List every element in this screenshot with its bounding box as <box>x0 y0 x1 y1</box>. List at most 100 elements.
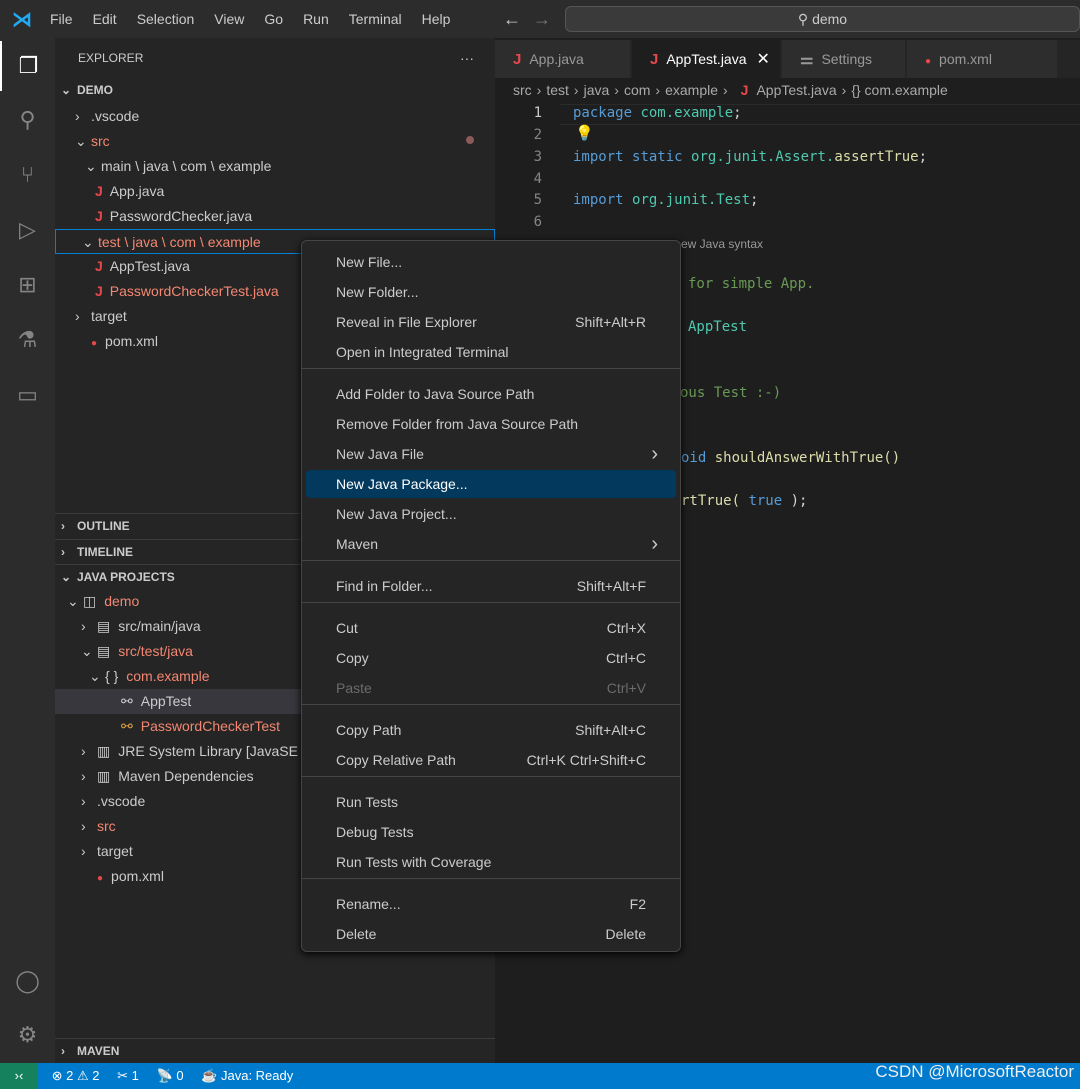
menu-selection[interactable]: Selection <box>127 11 205 27</box>
menu-item-paste[interactable]: Paste Ctrl+V <box>306 674 676 702</box>
menu-item-add-folder-to-java-source-path[interactable]: Add Folder to Java Source Path <box>306 380 676 408</box>
menu-terminal[interactable]: Terminal <box>339 11 412 27</box>
ports-button[interactable]: 📡 0 <box>157 1068 184 1083</box>
tab-label: App.java <box>529 51 584 67</box>
menu-item-new-java-package[interactable]: New Java Package... <box>306 470 676 498</box>
menu-shortcut: F2 <box>629 896 646 912</box>
menu-file[interactable]: File <box>40 11 83 27</box>
codelens-hint[interactable]: ew Java syntax <box>681 237 763 251</box>
tab-settings[interactable]: ⚌ Settings <box>782 40 905 78</box>
lightbulb-icon[interactable]: 💡 <box>575 124 594 142</box>
breadcrumb-item[interactable]: example <box>665 82 718 98</box>
tab-apptest-java[interactable]: J AppTest.java ✕ <box>632 40 780 78</box>
code-token: static <box>632 149 683 165</box>
code-token: shouldAnswerWithTrue() <box>714 450 901 466</box>
tree-item[interactable]: ⌄ src <box>55 129 495 154</box>
menu-item-reveal-in-file-explorer[interactable]: Reveal in File Explorer Shift+Alt+R <box>306 308 676 336</box>
menu-view[interactable]: View <box>204 11 254 27</box>
menu-item-cut[interactable]: Cut Ctrl+X <box>306 614 676 642</box>
search-icon[interactable]: ⚲ <box>0 95 55 145</box>
context-menu: New File... New Folder... Reveal in File E… <box>301 240 681 952</box>
testing-icon[interactable]: ⚗ <box>0 315 55 365</box>
java-status[interactable]: ☕ Java: Ready <box>201 1068 293 1083</box>
menu-item-rename[interactable]: Rename... F2 <box>306 890 676 918</box>
menu-shortcut: Ctrl+K Ctrl+Shift+C <box>526 752 646 768</box>
menu-run[interactable]: Run <box>293 11 339 27</box>
breadcrumb-item[interactable]: {} com.example <box>851 82 948 98</box>
forward-icon[interactable]: → <box>533 9 551 30</box>
menu-item-maven[interactable]: Maven › <box>306 530 676 558</box>
code-token: package <box>573 105 633 121</box>
settings-gear-icon[interactable]: ⚙ <box>0 1010 55 1060</box>
code-line[interactable]: package com.example; <box>573 105 742 121</box>
breadcrumb-item[interactable]: AppTest.java <box>756 82 836 98</box>
source-control-icon[interactable]: ⑂ <box>0 150 55 200</box>
more-actions-icon[interactable]: ··· <box>460 46 490 71</box>
line-number: 2 <box>533 127 542 143</box>
menu-item-new-java-project[interactable]: New Java Project... <box>306 500 676 528</box>
breadcrumb-item[interactable]: com <box>624 82 650 98</box>
menu-go[interactable]: Go <box>254 11 293 27</box>
menu-edit[interactable]: Edit <box>83 11 127 27</box>
menu-item-delete[interactable]: Delete Delete <box>306 920 676 948</box>
chevron-down-icon: ⌄ <box>75 133 87 149</box>
menu-item-label: Find in Folder... <box>336 578 433 594</box>
tree-item[interactable]: J App.java <box>55 179 495 204</box>
menu-item-new-java-file[interactable]: New Java File › <box>306 440 676 468</box>
back-icon[interactable]: ← <box>503 9 521 30</box>
command-center-search[interactable]: ⚲ demo <box>565 6 1080 32</box>
menu-item-new-folder[interactable]: New Folder... <box>306 278 676 306</box>
code-line[interactable]: import static org.junit.Assert.assertTru… <box>573 149 927 165</box>
code-line[interactable]: import org.junit.Test; <box>573 192 758 208</box>
chevron-right-icon: › <box>723 82 728 98</box>
menu-item-label: Add Folder to Java Source Path <box>336 386 535 402</box>
menu-item-new-file[interactable]: New File... <box>306 248 676 276</box>
code-line[interactable]: rtTrue( true ); <box>681 493 807 509</box>
remote-explorer-icon[interactable]: ▭ <box>0 370 55 420</box>
chevron-down-icon: ⌄ <box>81 643 93 659</box>
chevron-down-icon: ⌄ <box>67 593 79 609</box>
code-line[interactable]: oid shouldAnswerWithTrue() <box>681 450 900 466</box>
code-line[interactable]: ous Test :-) <box>680 385 781 401</box>
tree-item[interactable]: › MAVEN <box>55 1038 495 1063</box>
tree-item[interactable]: J PasswordChecker.java <box>55 204 495 229</box>
account-icon[interactable]: ◯ <box>0 956 55 1006</box>
menu-item-label: Cut <box>336 620 358 636</box>
menu-item-remove-folder-from-java-source-path[interactable]: Remove Folder from Java Source Path <box>306 410 676 438</box>
tools-button[interactable]: ✂ 1 <box>117 1068 139 1083</box>
breadcrumb-item[interactable]: test <box>546 82 569 98</box>
code-line[interactable]: for simple App. <box>688 276 814 292</box>
problems-button[interactable]: ⊗ 2 ⚠ 2 <box>52 1068 100 1083</box>
watermark: CSDN @MicrosoftReactor <box>875 1062 1074 1081</box>
tab-pom-xml[interactable]: ● pom.xml <box>907 40 1057 78</box>
menu-separator <box>302 704 680 705</box>
tree-item[interactable]: › .vscode <box>55 104 495 129</box>
chevron-right-icon: › <box>81 743 86 759</box>
library-icon: ▥ <box>97 768 111 784</box>
menu-item-copy[interactable]: Copy Ctrl+C <box>306 644 676 672</box>
tree-item-label: .vscode <box>91 108 140 124</box>
menu-item-debug-tests[interactable]: Debug Tests <box>306 818 676 846</box>
explorer-icon[interactable]: ❐ <box>0 41 55 91</box>
breadcrumb: src › test › java › com › example › J AppTest.java ›… <box>513 82 948 102</box>
tab-app-java[interactable]: J App.java <box>495 40 630 78</box>
menu-item-open-in-integrated-terminal[interactable]: Open in Integrated Terminal <box>306 338 676 366</box>
menu-item-run-tests[interactable]: Run Tests <box>306 788 676 816</box>
menu-item-run-tests-with-coverage[interactable]: Run Tests with Coverage <box>306 848 676 876</box>
menu-item-find-in-folder[interactable]: Find in Folder... Shift+Alt+F <box>306 572 676 600</box>
code-line[interactable]: AppTest <box>688 319 747 335</box>
menu-help[interactable]: Help <box>412 11 461 27</box>
tree-item[interactable]: ⌄ main \ java \ com \ example <box>55 154 495 179</box>
breadcrumb-item[interactable]: src <box>513 82 532 98</box>
class-icon: ⚯ <box>121 718 133 734</box>
code-token: ous Test :-) <box>680 385 782 401</box>
menu-item-copy-path[interactable]: Copy Path Shift+Alt+C <box>306 716 676 744</box>
remote-icon[interactable]: ›‹ <box>0 1063 38 1089</box>
run-debug-icon[interactable]: ▷ <box>0 205 55 255</box>
extensions-icon[interactable]: ⊞ <box>0 260 55 310</box>
close-icon[interactable]: ✕ <box>757 51 770 68</box>
breadcrumb-item[interactable]: java <box>584 82 610 98</box>
tree-item[interactable]: ⌄ DEMO <box>55 78 495 103</box>
menu-item-copy-relative-path[interactable]: Copy Relative Path Ctrl+K Ctrl+Shift+C <box>306 746 676 774</box>
menu-item-label: Open in Integrated Terminal <box>336 344 509 360</box>
